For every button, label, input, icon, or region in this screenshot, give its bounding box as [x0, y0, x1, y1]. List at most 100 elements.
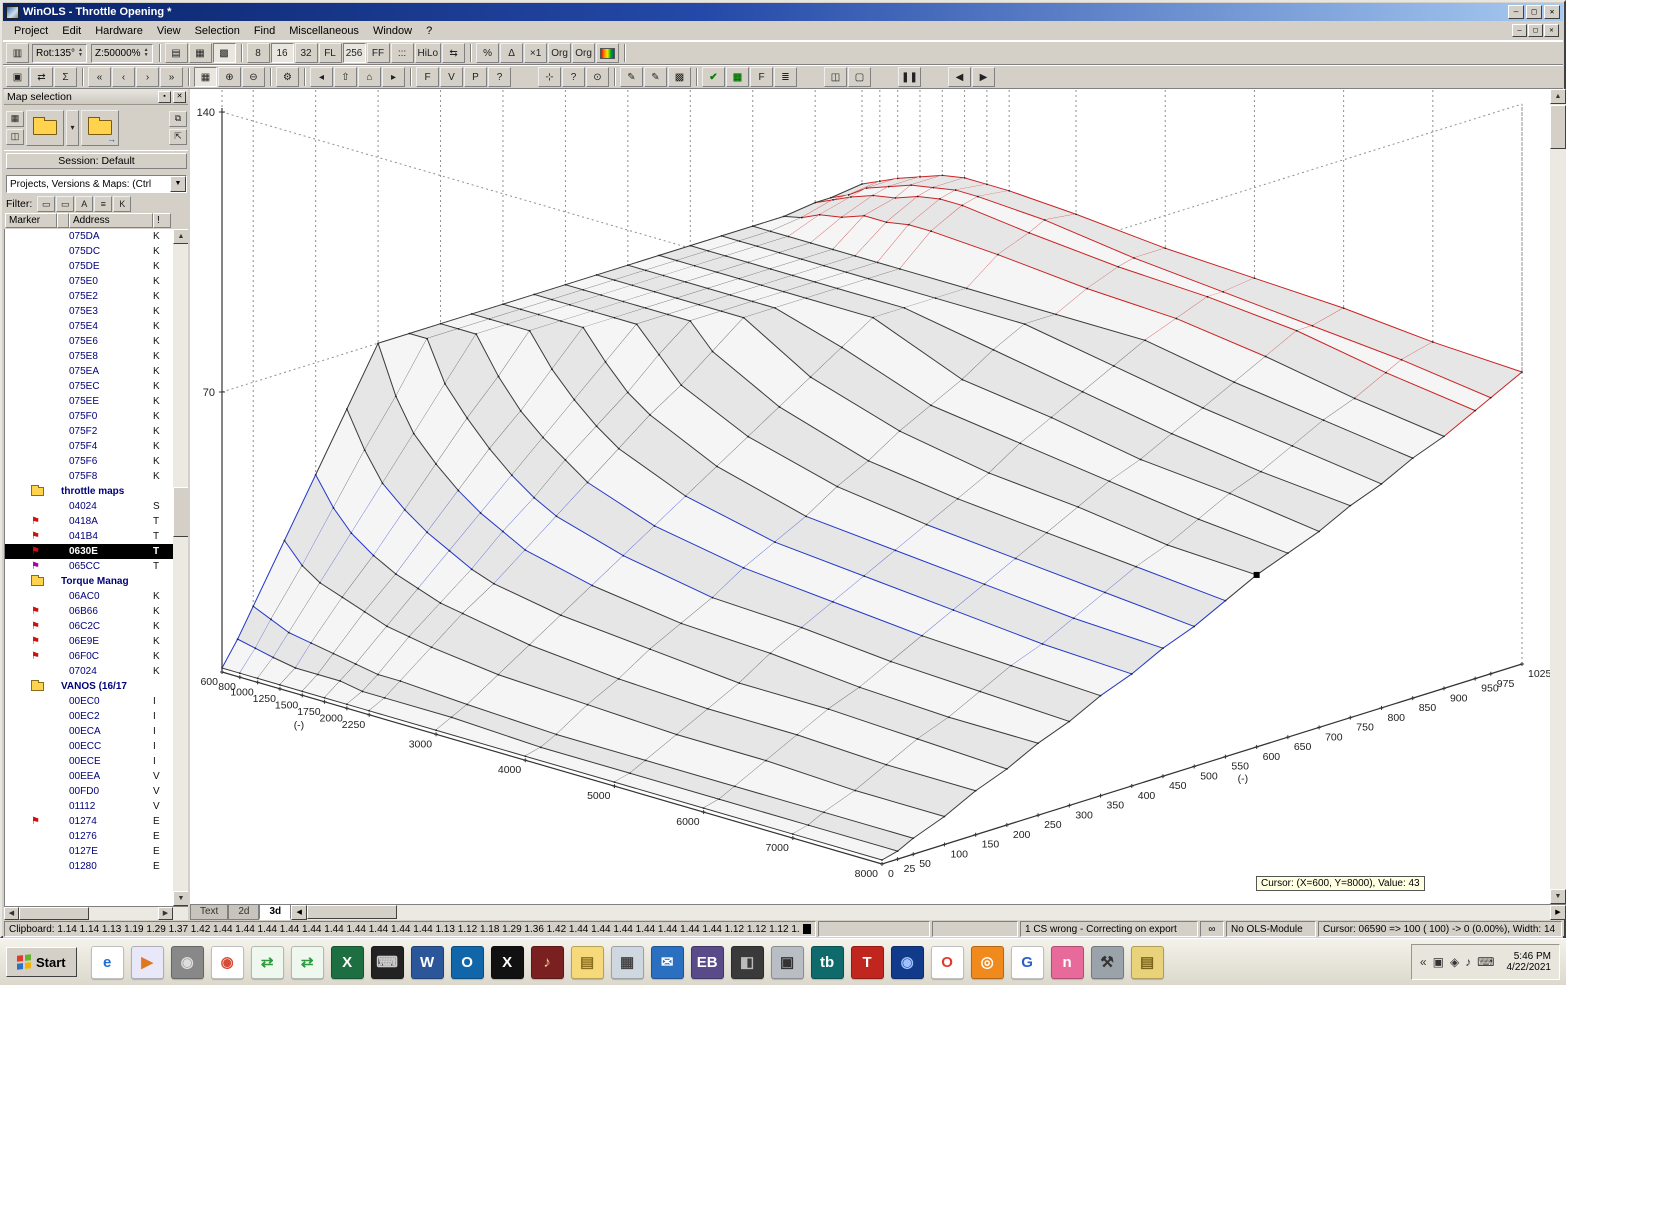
- map-row[interactable]: 075E2K: [5, 289, 173, 304]
- taskbar-eprom[interactable]: EB: [691, 946, 724, 979]
- close-button[interactable]: ✕: [1544, 5, 1560, 19]
- menu-find[interactable]: Find: [247, 23, 282, 39]
- map-row[interactable]: 075E6K: [5, 334, 173, 349]
- map-selection-toggle-button[interactable]: ▥: [6, 43, 29, 63]
- tab-scroll-right-icon[interactable]: ▶: [1550, 905, 1566, 920]
- map-row[interactable]: ⚑06B66K: [5, 604, 173, 619]
- dots-view-button[interactable]: :::: [391, 43, 414, 63]
- taskbar-dark-tool[interactable]: ◧: [731, 946, 764, 979]
- import-file-button[interactable]: →: [81, 110, 119, 146]
- view-tab-3d[interactable]: 3d: [259, 905, 291, 920]
- mdi-minimize-button[interactable]: —: [1512, 24, 1527, 37]
- save-version-button[interactable]: ◫: [6, 129, 24, 145]
- taskbar-calculator[interactable]: ▦: [611, 946, 644, 979]
- tray-keyboard[interactable]: ⌨: [1477, 955, 1494, 969]
- map-row[interactable]: ⚑06C2CK: [5, 619, 173, 634]
- download-version-button[interactable]: ⌂: [358, 67, 381, 87]
- preview-grid-button[interactable]: ▦: [194, 67, 217, 87]
- surface-mesh[interactable]: [222, 175, 1522, 860]
- surface-plot[interactable]: 6008001000125015001750200022503000400050…: [190, 89, 1550, 904]
- tray-chevron[interactable]: «: [1420, 955, 1427, 969]
- show-factor-button[interactable]: ×1: [524, 43, 547, 63]
- map-row[interactable]: ⚑06F0CK: [5, 649, 173, 664]
- taskbar-chrome[interactable]: ◉: [211, 946, 244, 979]
- view-text-button[interactable]: ▤: [165, 43, 188, 63]
- zoom-in-button[interactable]: ⊕: [218, 67, 241, 87]
- taskbar-x-app[interactable]: X: [491, 946, 524, 979]
- taskbar-tb[interactable]: tb: [811, 946, 844, 979]
- map-row[interactable]: 01280E: [5, 859, 173, 874]
- menu-selection[interactable]: Selection: [188, 23, 247, 39]
- map-row[interactable]: 01112V: [5, 799, 173, 814]
- hilo-order-button[interactable]: HiLo: [415, 43, 442, 63]
- map-row[interactable]: 075F6K: [5, 454, 173, 469]
- taskbar-mail[interactable]: ✉: [651, 946, 684, 979]
- map-row[interactable]: 075F2K: [5, 424, 173, 439]
- menu-edit[interactable]: Edit: [55, 23, 88, 39]
- width-16bit-button[interactable]: 16: [271, 43, 294, 63]
- width-32bit-button[interactable]: 32: [295, 43, 318, 63]
- taskbar-keyboard[interactable]: ⌨: [371, 946, 404, 979]
- map-row[interactable]: 075ECK: [5, 379, 173, 394]
- view-2d-button[interactable]: ▦: [189, 43, 212, 63]
- taskbar-folder[interactable]: ▤: [571, 946, 604, 979]
- taskbar-printer[interactable]: ▣: [771, 946, 804, 979]
- map-row[interactable]: 075DEK: [5, 259, 173, 274]
- show-percent-button[interactable]: %: [476, 43, 499, 63]
- multi-edit-button[interactable]: ✎: [644, 67, 667, 87]
- list-scroll-thumb[interactable]: [173, 487, 189, 537]
- maps-filter-combobox[interactable]: Projects, Versions & Maps: (Ctrl ▼: [6, 175, 187, 193]
- list-vertical-scrollbar[interactable]: ▲ ▼: [173, 229, 189, 906]
- nav-last-button[interactable]: »: [160, 67, 183, 87]
- map-row[interactable]: 00EC2I: [5, 709, 173, 724]
- context-help-button[interactable]: ?: [488, 67, 511, 87]
- show-hex-button[interactable]: F: [416, 67, 439, 87]
- filter-maps-button[interactable]: ▭: [56, 196, 74, 212]
- map-row[interactable]: ⚑065CCT: [5, 559, 173, 574]
- taskbar-word[interactable]: W: [411, 946, 444, 979]
- panel-pin-button[interactable]: ▪: [158, 91, 171, 103]
- taskbar-sync-2[interactable]: ⇄: [291, 946, 324, 979]
- color-scale-button[interactable]: [596, 43, 619, 63]
- map-row[interactable]: 075F4K: [5, 439, 173, 454]
- width-float-button[interactable]: FL: [319, 43, 342, 63]
- map-row[interactable]: ⚑06E9EK: [5, 634, 173, 649]
- maximize-button[interactable]: □: [1526, 5, 1542, 19]
- filter-all-button[interactable]: ▭: [37, 196, 55, 212]
- panel-scroll-thumb[interactable]: [19, 907, 89, 920]
- menu-window[interactable]: Window: [366, 23, 419, 39]
- export-map-button[interactable]: ⇱: [169, 129, 187, 145]
- open-project-dropdown-icon[interactable]: ▾: [66, 110, 79, 146]
- checksum-correction-button[interactable]: Σ: [54, 67, 77, 87]
- tray-display[interactable]: ▣: [1433, 955, 1444, 969]
- taskbar-outlook[interactable]: O: [451, 946, 484, 979]
- column-header-sort[interactable]: [57, 213, 69, 228]
- scroll-right-button[interactable]: ▶: [972, 67, 995, 87]
- tray-volume[interactable]: ♪: [1465, 955, 1471, 969]
- width-256-button[interactable]: 256: [343, 43, 366, 63]
- map-row[interactable]: ⚑041B4T: [5, 529, 173, 544]
- taskbar-recorder[interactable]: ◉: [171, 946, 204, 979]
- rotation-spinner-arrows-icon[interactable]: ▲▼: [78, 48, 83, 58]
- zoom-out-button[interactable]: ⊖: [242, 67, 265, 87]
- map-row[interactable]: ⚑0418AT: [5, 514, 173, 529]
- width-8bit-button[interactable]: 8: [247, 43, 270, 63]
- tray-network[interactable]: ◈: [1450, 955, 1459, 969]
- tab-scroll-left-icon[interactable]: ◀: [291, 905, 307, 920]
- taskbar-orange-app[interactable]: ◎: [971, 946, 1004, 979]
- map-row[interactable]: 01276E: [5, 829, 173, 844]
- copy-map-button[interactable]: ⧉: [169, 111, 187, 127]
- window-split-button[interactable]: ◫: [824, 67, 847, 87]
- taskbar-clock[interactable]: 5:46 PM 4/22/2021: [1507, 951, 1552, 973]
- map-row[interactable]: 00EC0I: [5, 694, 173, 709]
- map-row[interactable]: 075EAK: [5, 364, 173, 379]
- next-difference-button[interactable]: ▸: [382, 67, 405, 87]
- zoom-spinner[interactable]: Z:50000%▲▼: [91, 44, 153, 63]
- window-full-button[interactable]: ▢: [848, 67, 871, 87]
- menu-view[interactable]: View: [150, 23, 188, 39]
- show-org-values-button[interactable]: Org: [572, 43, 595, 63]
- checksum-ok-button[interactable]: ✔: [702, 67, 725, 87]
- taskbar-excel[interactable]: X: [331, 946, 364, 979]
- zoom-spinner-arrows-icon[interactable]: ▲▼: [144, 48, 149, 58]
- map-row[interactable]: 075E3K: [5, 304, 173, 319]
